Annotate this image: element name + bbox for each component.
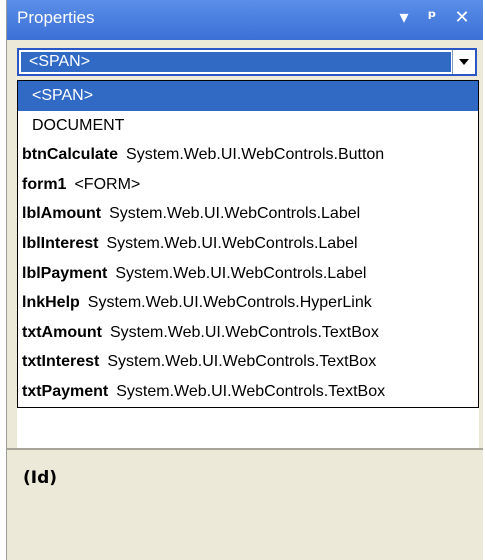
- dropdown-item-name: txtInterest: [22, 353, 100, 371]
- dropdown-item-type: System.Web.UI.WebControls.Label: [109, 205, 361, 223]
- window-position-dropdown-icon[interactable]: ▾: [393, 6, 415, 30]
- dropdown-item-name: DOCUMENT: [32, 116, 125, 134]
- dropdown-item-name: txtAmount: [22, 323, 102, 341]
- dropdown-item-name: <SPAN>: [32, 87, 94, 104]
- dropdown-item-name: lblAmount: [22, 205, 102, 223]
- properties-titlebar: Properties ▾ ᵖ ✕: [7, 0, 483, 40]
- property-grid-area: [17, 408, 479, 448]
- auto-hide-pin-icon[interactable]: ᵖ: [421, 6, 443, 30]
- dropdown-item[interactable]: txtInterest System.Web.UI.WebControls.Tex…: [18, 347, 478, 377]
- properties-panel: Properties ▾ ᵖ ✕ <SPAN> <SPAN> DOCUMENT bt…: [6, 0, 483, 560]
- dropdown-item-name: form1: [22, 175, 67, 193]
- dropdown-item[interactable]: lblAmount System.Web.UI.WebControls.Label: [18, 199, 478, 229]
- dropdown-item-name: btnCalculate: [22, 146, 119, 164]
- close-icon[interactable]: ✕: [451, 6, 473, 30]
- dropdown-item[interactable]: form1 <FORM>: [18, 170, 478, 200]
- dropdown-item-type: System.Web.UI.WebControls.TextBox: [116, 382, 386, 400]
- dropdown-item[interactable]: DOCUMENT: [18, 111, 478, 141]
- dropdown-item-type: System.Web.UI.WebControls.Label: [115, 264, 367, 282]
- panel-title: Properties: [17, 8, 95, 27]
- dropdown-item[interactable]: <SPAN>: [18, 81, 478, 111]
- dropdown-item-name: lnkHelp: [22, 294, 80, 312]
- dropdown-item-type: System.Web.UI.WebControls.Label: [106, 234, 358, 252]
- dropdown-item[interactable]: lnkHelp System.Web.UI.WebControls.HyperLi…: [18, 288, 478, 318]
- dropdown-item-type: System.Web.UI.WebControls.TextBox: [107, 353, 377, 371]
- object-dropdown-list: <SPAN> DOCUMENT btnCalculate System.Web.UI.…: [17, 80, 479, 408]
- dropdown-item-type: System.Web.UI.WebControls.TextBox: [109, 323, 379, 341]
- object-selector-combo[interactable]: <SPAN>: [17, 48, 477, 76]
- dropdown-item-type: <FORM>: [74, 175, 141, 193]
- dropdown-item[interactable]: lblInterest System.Web.UI.WebControls.Lab…: [18, 229, 478, 259]
- description-pane: (Id): [7, 450, 483, 560]
- dropdown-item-name: lblInterest: [22, 234, 99, 252]
- combo-dropdown-button[interactable]: [452, 50, 475, 74]
- dropdown-item-type: System.Web.UI.WebControls.HyperLink: [87, 294, 372, 312]
- description-title: (Id): [23, 468, 58, 488]
- dropdown-item[interactable]: btnCalculate System.Web.UI.WebControls.Bu…: [18, 140, 478, 170]
- dropdown-item[interactable]: txtPayment System.Web.UI.WebControls.Text…: [18, 377, 478, 407]
- chevron-down-icon: [459, 59, 469, 65]
- dropdown-item[interactable]: txtAmount System.Web.UI.WebControls.TextB…: [18, 318, 478, 348]
- object-selector-value: <SPAN>: [21, 52, 451, 72]
- dropdown-item[interactable]: lblPayment System.Web.UI.WebControls.Labe…: [18, 259, 478, 289]
- dropdown-item-type: System.Web.UI.WebControls.Button: [126, 146, 385, 164]
- dropdown-item-name: lblPayment: [22, 264, 108, 282]
- dropdown-item-name: txtPayment: [22, 382, 109, 400]
